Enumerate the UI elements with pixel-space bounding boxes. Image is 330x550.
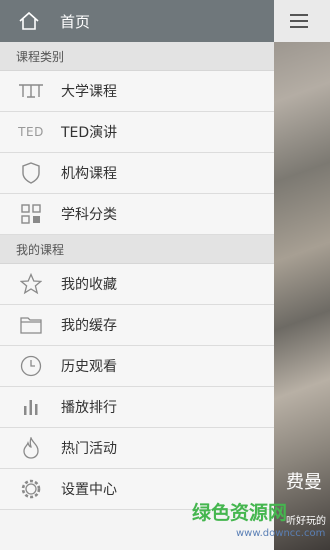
home-icon [18, 10, 40, 32]
menu-item-subject-categories[interactable]: 学科分类 [0, 194, 274, 235]
menu-label: 机构课程 [61, 166, 117, 182]
menu-label: 热门活动 [61, 441, 117, 457]
menu-item-history[interactable]: 历史观看 [0, 346, 274, 387]
menu-label: 播放排行 [61, 400, 117, 416]
menu-item-university-courses[interactable]: 大学课程 [0, 71, 274, 112]
menu-item-ranking[interactable]: 播放排行 [0, 387, 274, 428]
ted-icon: TED [18, 125, 44, 139]
menu-icon[interactable] [290, 13, 308, 29]
menu-label: 大学课程 [61, 84, 117, 100]
section-my-courses: 我的课程 [0, 235, 274, 264]
grid-icon [16, 201, 46, 227]
gear-icon [16, 476, 46, 502]
menu-item-events[interactable]: 热门活动 [0, 428, 274, 469]
menu-label: 我的收藏 [61, 277, 117, 293]
home-label: 首页 [60, 12, 91, 31]
star-icon [16, 271, 46, 297]
menu-label: 历史观看 [61, 359, 117, 375]
navigation-drawer: 首页 课程类别 大学课程 TED TED演讲 机构课程 学科分类 我的课程 我的… [0, 0, 274, 550]
university-icon [16, 78, 46, 104]
menu-item-ted-talks[interactable]: TED TED演讲 [0, 112, 274, 153]
menu-item-cache[interactable]: 我的缓存 [0, 305, 274, 346]
flame-icon [16, 435, 46, 461]
clock-icon [16, 353, 46, 379]
menu-label: 设置中心 [61, 482, 117, 498]
menu-item-institution-courses[interactable]: 机构课程 [0, 153, 274, 194]
folder-icon [16, 312, 46, 338]
section-course-types: 课程类别 [0, 42, 274, 71]
panel-toolbar [274, 0, 330, 42]
banner-subtitle: 听好玩的 [286, 516, 326, 527]
shield-icon [16, 160, 46, 186]
bar-chart-icon [16, 394, 46, 420]
content-panel[interactable]: 费曼 听好玩的 [274, 0, 330, 550]
menu-item-favorites[interactable]: 我的收藏 [0, 264, 274, 305]
watermark-url: www.downcc.com [236, 528, 326, 539]
menu-label: TED演讲 [61, 125, 118, 141]
menu-label: 我的缓存 [61, 318, 117, 334]
banner-title: 费曼 [286, 472, 322, 493]
drawer-header[interactable]: 首页 [0, 0, 274, 42]
menu-label: 学科分类 [61, 207, 117, 223]
watermark-text: 绿色资源网 [192, 502, 288, 524]
